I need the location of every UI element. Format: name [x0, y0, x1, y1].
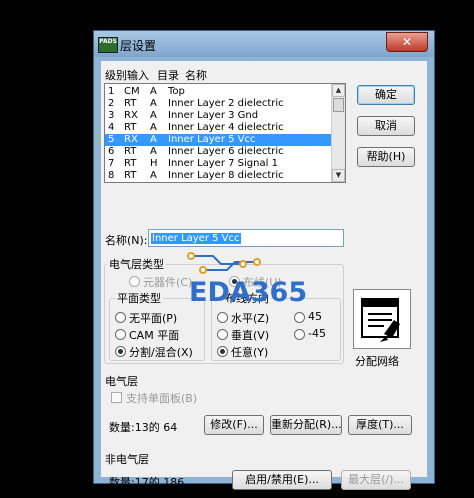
assign-nets-label: 分配网络 — [355, 355, 399, 368]
assign-nets-icon — [361, 298, 400, 342]
electrical-count: 数量:13的 64 — [109, 421, 178, 434]
split-mixed-radio[interactable] — [115, 346, 126, 357]
reassign-button[interactable]: 重新分配(R)... — [270, 415, 342, 435]
deg45-label: 45 — [308, 310, 322, 323]
electrical-layers-label: 电气层 — [105, 375, 138, 388]
name-input[interactable]: Inner Layer 5 Vcc — [148, 229, 344, 247]
layer-dir: A — [150, 122, 157, 133]
layer-num: 2 — [108, 98, 115, 109]
layer-row[interactable]: 8 RT A Inner Layer 8 dielectric — [105, 170, 333, 182]
layer-num: 6 — [108, 146, 115, 157]
layer-name: Inner Layer 7 Signal 1 — [168, 158, 278, 169]
deg-neg45-radio[interactable] — [294, 329, 305, 340]
cam-plane-radio[interactable] — [115, 329, 126, 340]
layer-name: Inner Layer 3 Gnd — [168, 110, 259, 121]
single-sided-label: 支持单面板(B) — [126, 392, 198, 405]
layer-name: Inner Layer 8 dielectric — [168, 170, 284, 181]
header-directory: 目录 — [157, 69, 179, 82]
vertical-radio[interactable] — [217, 329, 228, 340]
header-name: 名称 — [185, 69, 207, 82]
layer-type: RT — [124, 170, 137, 181]
any-direction-label: 任意(Y) — [231, 346, 269, 359]
horizontal-radio[interactable] — [217, 312, 228, 323]
close-button[interactable]: ✕ — [386, 32, 428, 52]
single-sided-checkbox[interactable] — [111, 392, 122, 403]
any-direction-radio[interactable] — [217, 346, 228, 357]
cancel-button[interactable]: 取消 — [357, 116, 415, 136]
layer-type: RT — [124, 122, 137, 133]
assign-nets-button[interactable] — [353, 289, 411, 349]
layer-settings-dialog: PADS 层设置 ✕ 级别输入 目录 名称 1 CM A Top 2 RT A Inner L… — [93, 30, 435, 490]
title-bar[interactable]: PADS 层设置 ✕ — [94, 31, 434, 57]
pads-app-icon: PADS — [98, 37, 118, 53]
layer-type: CM — [124, 86, 140, 97]
split-mixed-label: 分割/混合(X) — [129, 346, 193, 359]
layer-name: Inner Layer 5 Vcc — [168, 134, 256, 145]
window-title: 层设置 — [120, 39, 157, 53]
name-label: 名称(N): — [105, 234, 148, 247]
non-electrical-layers-label: 非电气层 — [105, 453, 149, 466]
deg-neg45-label: -45 — [308, 327, 326, 340]
layer-dir: A — [150, 146, 157, 157]
layer-row[interactable]: 7 RT H Inner Layer 7 Signal 1 — [105, 158, 333, 170]
layer-name: Inner Layer 4 dielectric — [168, 122, 284, 133]
scroll-down-icon[interactable]: ▼ — [332, 169, 345, 182]
help-button[interactable]: 帮助(H) — [357, 147, 415, 167]
layer-dir: A — [150, 98, 157, 109]
dialog-client-area: 级别输入 目录 名称 1 CM A Top 2 RT A Inner Layer 2 diel… — [101, 61, 427, 490]
layer-name: Inner Layer 2 dielectric — [168, 98, 284, 109]
layer-type: RT — [124, 158, 137, 169]
layer-type: RT — [124, 98, 137, 109]
layer-list[interactable]: 1 CM A Top 2 RT A Inner Layer 2 dielectric 3 RX A I… — [104, 83, 346, 183]
layer-num: 5 — [108, 134, 115, 145]
layer-row[interactable]: 6 RT A Inner Layer 6 dielectric — [105, 146, 333, 158]
layer-row[interactable]: 4 RT A Inner Layer 4 dielectric — [105, 122, 333, 134]
layer-num: 3 — [108, 110, 115, 121]
layer-type: RT — [124, 146, 137, 157]
layer-dir: A — [150, 86, 157, 97]
electrical-layer-type-label: 电气层类型 — [107, 256, 166, 272]
layer-row[interactable]: 1 CM A Top — [105, 86, 333, 98]
horizontal-label: 水平(Z) — [231, 312, 270, 325]
layer-num: 7 — [108, 158, 115, 169]
vertical-label: 垂直(V) — [231, 329, 270, 342]
layer-num: 1 — [108, 86, 115, 97]
layer-row[interactable]: 2 RT A Inner Layer 2 dielectric — [105, 98, 333, 110]
scroll-thumb[interactable] — [333, 98, 344, 112]
layer-type: RX — [124, 134, 138, 145]
modify-button[interactable]: 修改(F)... — [204, 415, 264, 435]
ok-button[interactable]: 确定 — [357, 85, 415, 105]
list-scrollbar[interactable]: ▲ ▼ — [331, 84, 345, 182]
component-radio[interactable] — [129, 276, 140, 287]
max-layers-button[interactable]: 最大层(/)... — [341, 470, 411, 490]
layer-dir: A — [150, 170, 157, 181]
layer-dir: A — [150, 110, 157, 121]
header-level-input: 级别输入 — [105, 69, 149, 82]
thickness-button[interactable]: 厚度(T)... — [348, 415, 412, 435]
layer-row[interactable]: 5 RX A Inner Layer 5 Vcc — [105, 134, 333, 146]
layer-name: Inner Layer 6 dielectric — [168, 146, 284, 157]
layer-num: 4 — [108, 122, 115, 133]
no-plane-label: 无平面(P) — [129, 312, 178, 325]
layer-dir: A — [150, 134, 157, 145]
layer-dir: H — [150, 158, 158, 169]
layer-num: 8 — [108, 170, 115, 181]
cam-plane-label: CAM 平面 — [129, 329, 180, 342]
non-electrical-count: 数量:17的 186 — [109, 476, 185, 489]
layer-name: Top — [168, 86, 185, 97]
no-plane-radio[interactable] — [115, 312, 126, 323]
component-label: 元器件(C) — [143, 276, 193, 289]
eda365-watermark-text: EDA365 — [189, 277, 308, 308]
scroll-up-icon[interactable]: ▲ — [332, 84, 345, 97]
layer-type: RX — [124, 110, 138, 121]
layer-row[interactable]: 3 RX A Inner Layer 3 Gnd — [105, 110, 333, 122]
enable-disable-button[interactable]: 启用/禁用(E)... — [232, 470, 332, 490]
name-input-value: Inner Layer 5 Vcc — [151, 233, 241, 244]
plane-type-label: 平面类型 — [115, 290, 163, 306]
deg45-radio[interactable] — [294, 312, 305, 323]
